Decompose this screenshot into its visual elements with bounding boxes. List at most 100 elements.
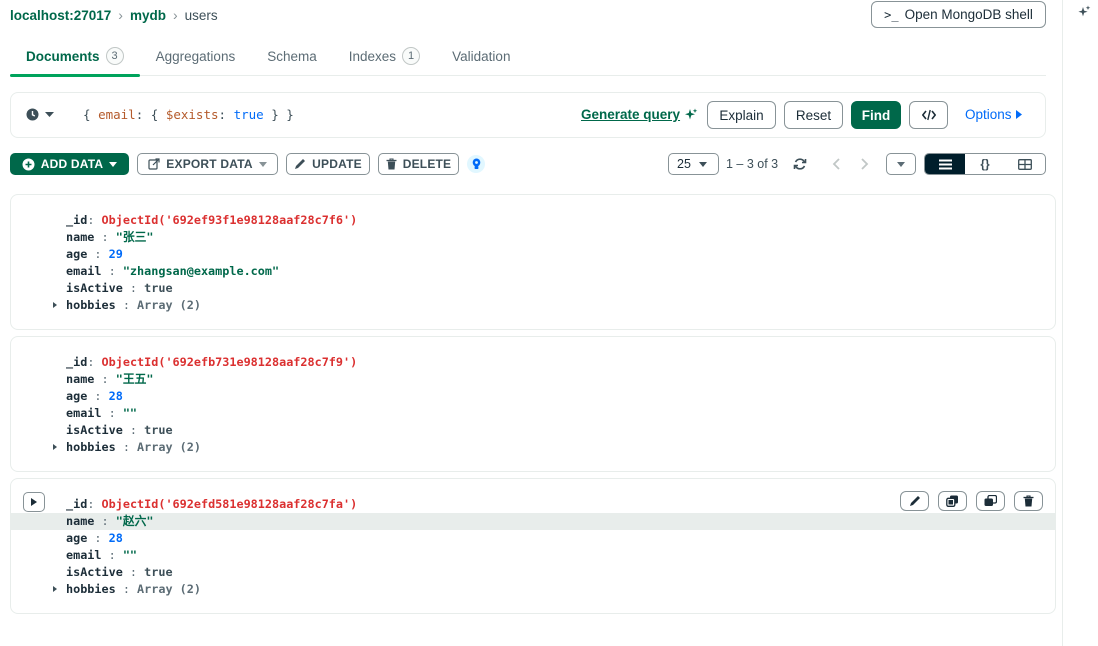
field-key: age [66,531,88,545]
field-value: "zhangsan@example.com" [122,264,280,278]
open-shell-button[interactable]: >_ Open MongoDB shell [871,1,1046,28]
filter-mid: : { [135,107,166,122]
chevron-down-icon [897,161,905,167]
expand-caret-icon[interactable] [53,586,57,592]
tab-indexes[interactable]: Indexes 1 [333,36,436,76]
field-value: true [144,281,173,295]
tab-aggregations[interactable]: Aggregations [140,36,252,76]
view-toggle-group: {} [924,153,1046,175]
query-bar: { email: { $exists: true } } Generate qu… [10,92,1046,138]
field-key: name [66,372,95,386]
field-row: name : "张三" [66,230,154,244]
export-data-label: EXPORT DATA [166,157,253,171]
document-card[interactable]: _id: ObjectId('692efd581e98128aaf28c7fa'… [10,478,1056,614]
field-key: hobbies [66,582,116,596]
filter-operator: $exists [165,107,219,122]
field-row: age : 28 [66,389,123,403]
tab-documents[interactable]: Documents 3 [10,36,140,77]
document-view-dropdown[interactable] [886,153,916,175]
sparkle-icon[interactable] [1077,5,1091,19]
export-data-button[interactable]: EXPORT DATA [137,153,278,175]
update-button[interactable]: UPDATE [286,153,370,175]
json-view-button[interactable]: {} [965,154,1005,174]
field-key: name [66,514,95,528]
field-row: _id: ObjectId('692efb731e98128aaf28c7f9'… [66,355,358,369]
chevron-down-icon [109,161,118,167]
field-row: isActive : true [66,281,173,295]
table-view-button[interactable] [1005,154,1045,174]
update-label: UPDATE [312,157,362,171]
field-value: Array (2) [137,440,201,454]
field-row: isActive : true [66,423,173,437]
reset-button[interactable]: Reset [784,101,843,129]
field-row-hovered[interactable]: name : "赵六" [11,513,1055,530]
list-view-button[interactable] [925,154,965,174]
field-value: 28 [108,389,123,403]
field-value: ObjectId('692efd581e98128aaf28c7fa') [101,497,358,511]
field-row: age : 29 [66,247,123,261]
page-size-value: 25 [677,157,691,171]
history-clock-icon [26,108,39,121]
tab-label: Indexes [348,48,397,64]
filter-sep: : [218,107,234,122]
query-filter-input[interactable]: { email: { $exists: true } } [83,107,294,122]
trash-icon [386,158,397,170]
explain-button[interactable]: Explain [707,101,776,129]
caret-right-icon [1015,110,1022,119]
field-key: isActive [66,423,123,437]
shell-prompt-icon: >_ [884,7,899,22]
find-button[interactable]: Find [851,101,901,129]
lightbulb-icon [472,158,480,169]
field-key: name [66,230,95,244]
chevron-down-icon [698,161,707,167]
delete-label: DELETE [402,157,452,171]
field-value: true [144,423,173,437]
field-key: isActive [66,565,123,579]
query-history-button[interactable] [26,108,54,121]
field-key: email [66,264,102,278]
field-value: "王五" [115,372,154,386]
field-key: _id [66,355,88,369]
prev-page-button[interactable] [827,155,845,173]
field-value: true [144,565,173,579]
tab-count-badge: 1 [402,47,421,65]
right-rail [1062,0,1098,646]
field-value: Array (2) [137,582,201,596]
document-card[interactable]: _id: ObjectId('692efb731e98128aaf28c7f9'… [10,336,1056,472]
field-key: isActive [66,281,123,295]
pagination-range: 1 – 3 of 3 [726,157,779,171]
chevron-left-icon [832,158,840,170]
query-options-link[interactable]: Options [965,107,1022,122]
field-row: name : "王五" [66,372,154,386]
query-code-button[interactable] [909,101,948,129]
chevron-right-icon: › [118,7,123,23]
field-row: _id: ObjectId('692ef93f1e98128aaf28c7f6'… [66,213,358,227]
filter-open: { [83,107,99,122]
breadcrumb-host[interactable]: localhost:27017 [10,8,111,23]
tab-schema[interactable]: Schema [251,36,333,76]
expand-caret-icon[interactable] [53,444,57,450]
tab-count-badge: 3 [105,47,124,65]
document-card[interactable]: _id: ObjectId('692ef93f1e98128aaf28c7f6'… [10,194,1056,330]
filter-value: true [233,107,264,122]
expand-caret-icon[interactable] [53,302,57,308]
export-icon [148,158,160,170]
plus-circle-icon [22,158,35,170]
insights-button[interactable] [467,155,485,173]
generate-query-link[interactable]: Generate query [581,107,698,122]
delete-button[interactable]: DELETE [378,153,459,175]
page-size-select[interactable]: 25 [668,153,719,175]
tab-validation[interactable]: Validation [436,36,526,76]
field-row: age : 28 [66,531,123,545]
field-row: hobbies : Array (2) [11,581,1055,598]
tab-label: Documents [26,48,100,64]
field-row: email : "" [66,548,138,562]
refresh-button[interactable] [791,155,809,173]
sparkle-icon [685,108,698,119]
field-row: hobbies : Array (2) [11,439,1055,456]
add-data-button[interactable]: ADD DATA [10,153,129,175]
breadcrumb-db[interactable]: mydb [130,8,166,23]
next-page-button[interactable] [856,155,874,173]
tab-label: Validation [452,48,511,64]
field-value: 28 [108,531,123,545]
